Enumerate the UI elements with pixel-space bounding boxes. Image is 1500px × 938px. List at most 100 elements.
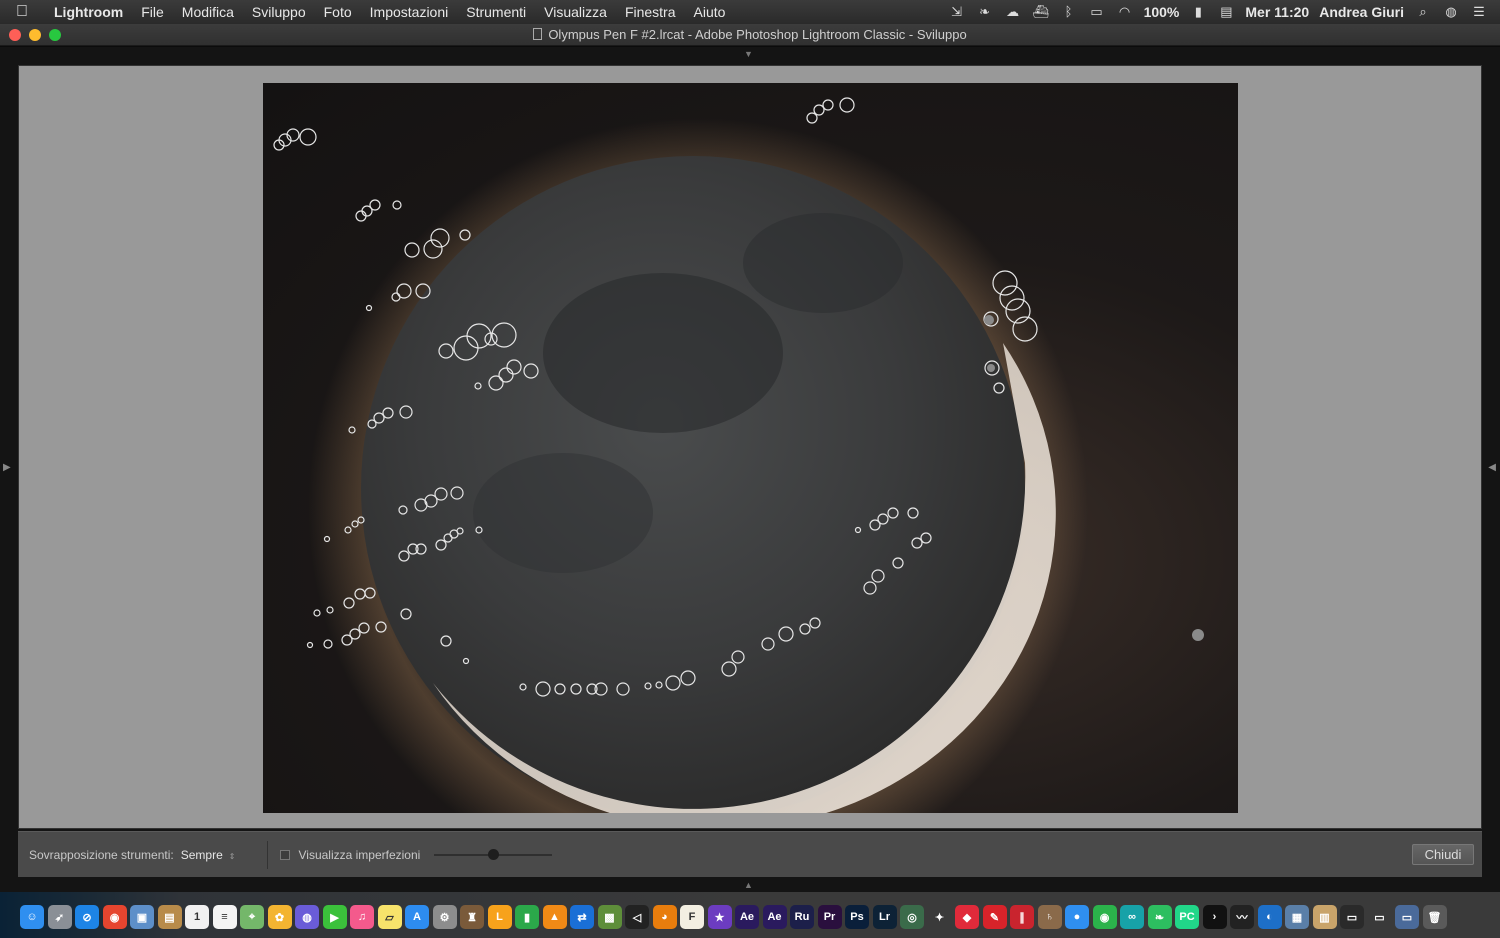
menu-app-name[interactable]: Lightroom <box>44 0 132 24</box>
after-effects-dock-icon[interactable]: Ae <box>735 905 759 929</box>
lightroom-dock-icon[interactable]: Lr <box>872 905 897 929</box>
menu-visualizza[interactable]: Visualizza <box>535 0 616 24</box>
menu-strumenti[interactable]: Strumenti <box>457 0 535 24</box>
saturn-dock-icon[interactable]: ♄ <box>1037 905 1062 929</box>
camo-dock-icon[interactable]: ◉ <box>1092 905 1117 929</box>
image-canvas[interactable] <box>18 65 1482 829</box>
blender-dock-icon[interactable]: ◕ <box>652 905 677 929</box>
maps-dock-icon[interactable]: ⌖ <box>240 905 264 929</box>
document-icon <box>533 28 543 40</box>
evernote-status-icon[interactable]: ❧ <box>976 5 994 19</box>
menu-impostazioni[interactable]: Impostazioni <box>361 0 458 24</box>
window-1-dock-icon[interactable]: ▭ <box>1340 905 1364 929</box>
launchpad-dock-icon[interactable]: ➶ <box>47 905 72 929</box>
window-title: Olympus Pen F #2.lrcat - Adobe Photoshop… <box>0 27 1500 42</box>
bluetooth-icon[interactable]: ᛒ <box>1060 5 1078 19</box>
trash-dock-icon[interactable]: 🗑 <box>1422 905 1447 929</box>
clock[interactable]: Mer 11:20 <box>1245 4 1309 20</box>
rush-dock-icon[interactable]: Ru <box>790 905 814 929</box>
vlc-dock-icon[interactable]: ▲ <box>542 905 567 929</box>
photoshop-dock-icon[interactable]: Ps <box>845 905 869 929</box>
apple-icon[interactable]:  <box>0 3 44 21</box>
close-button[interactable]: Chiudi <box>1412 844 1474 865</box>
calendar-dock-icon[interactable]: 1 <box>185 905 209 929</box>
spotlight-search-icon[interactable]: ⌕ <box>1414 5 1432 19</box>
terminal-dock-icon[interactable]: › <box>1202 905 1227 929</box>
archive-dock-icon[interactable]: ▥ <box>1312 905 1337 929</box>
preview-dock-icon[interactable]: ▣ <box>130 905 154 929</box>
docker-icon[interactable]: ⛴ <box>1032 5 1050 19</box>
screen-capture-dock-icon[interactable]: ◎ <box>900 905 924 929</box>
top-panel-toggle-icon[interactable]: ▼ <box>744 49 753 59</box>
user-name[interactable]: Andrea Giuri <box>1319 4 1404 20</box>
siri-icon[interactable]: ◍ <box>1442 5 1460 19</box>
menu-bar:  Lightroom File Modifica Sviluppo Foto … <box>0 0 1500 24</box>
menu-aiuto[interactable]: Aiuto <box>685 0 735 24</box>
system-preferences-dock-icon[interactable]: ⚙ <box>432 905 457 929</box>
arduino-dock-icon[interactable]: ∞ <box>1120 905 1144 929</box>
airplay-icon[interactable]: ▭ <box>1088 5 1106 19</box>
visualize-spots-threshold-slider[interactable] <box>434 848 553 860</box>
premiere-dock-icon[interactable]: Pr <box>817 905 842 929</box>
after-effects-2-dock-icon[interactable]: Ae <box>762 905 787 929</box>
menu-modifica[interactable]: Modifica <box>173 0 243 24</box>
maria-patch <box>543 273 783 433</box>
finder-dock-icon[interactable]: ☺ <box>20 905 44 929</box>
camo-2-dock-icon[interactable]: ◐ <box>1257 905 1282 929</box>
toolbar-divider <box>267 840 269 869</box>
siri-dock-icon[interactable]: ◍ <box>295 905 319 929</box>
notification-center-icon[interactable]: ☰ <box>1470 5 1488 19</box>
imovie-dock-icon[interactable]: ★ <box>707 905 732 929</box>
messages-dock-icon[interactable]: ● <box>1065 905 1089 929</box>
instruments-dock-icon[interactable]: ♜ <box>460 905 484 929</box>
left-panel-toggle-icon[interactable]: ▶ <box>3 462 11 473</box>
creative-cloud-icon[interactable]: ☁ <box>1004 5 1022 19</box>
menu-foto[interactable]: Foto <box>315 0 361 24</box>
visualize-spots-label[interactable]: Visualizza imperfezioni <box>298 848 420 862</box>
network-dock-icon[interactable]: ▦ <box>1285 905 1309 929</box>
window-3-dock-icon[interactable]: ▭ <box>1395 905 1419 929</box>
visualize-spots-checkbox[interactable] <box>280 849 291 860</box>
stickies-dock-icon[interactable]: ▱ <box>377 905 402 929</box>
battery-icon[interactable]: ▮ <box>1189 5 1207 19</box>
right-panel-toggle-icon[interactable]: ◀ <box>1488 462 1496 473</box>
facetime-dock-icon[interactable]: ▶ <box>322 905 347 929</box>
teamviewer-dock-icon[interactable]: ⇄ <box>570 905 594 929</box>
fontlab-dock-icon[interactable]: ✎ <box>982 905 1007 929</box>
tool-overlay-select[interactable]: Sempre ⇕ <box>181 848 236 862</box>
telescope-dock-icon[interactable]: ✦ <box>927 905 952 929</box>
safari-dock-icon[interactable]: ⊘ <box>75 905 99 929</box>
photo-moon[interactable] <box>263 83 1238 813</box>
itunes-dock-icon[interactable]: ♫ <box>350 905 374 929</box>
unity-dock-icon[interactable]: ◁ <box>625 905 649 929</box>
evernote-dock-icon[interactable]: ❧ <box>1147 905 1172 929</box>
parallels-dock-icon[interactable]: ∥ <box>1010 905 1034 929</box>
photos-dock-icon[interactable]: ✿ <box>267 905 292 929</box>
live-dock-icon[interactable]: L <box>487 905 512 929</box>
pycharm-dock-icon[interactable]: PC <box>1175 905 1199 929</box>
dock-icon-row: ☺ ➶ ⊘ ◉ ▣ ▤ 1 ≡ ⌖ ✿ ◍ ▶ ♫ ▱ A ⚙ ♜ L ▮ ▲ ⇄ ▩ ◁ ◕ F ★ Ae Ae Ru Pr Ps Lr ◎ ✦… <box>20 905 1447 929</box>
chrome-dock-icon[interactable]: ◉ <box>102 905 127 929</box>
maria-patch <box>473 453 653 573</box>
notes-book-dock-icon[interactable]: ▤ <box>157 905 182 929</box>
menu-file[interactable]: File <box>132 0 173 24</box>
maria-patch <box>743 213 903 313</box>
flag-us-icon[interactable]: ▤ <box>1217 5 1235 19</box>
numbers-dock-icon[interactable]: ▮ <box>515 905 539 929</box>
textedit-dock-icon[interactable]: ≡ <box>212 905 237 929</box>
battery-percent[interactable]: 100% <box>1144 4 1180 20</box>
window-title-text: Olympus Pen F #2.lrcat - Adobe Photoshop… <box>548 27 967 42</box>
slider-thumb[interactable] <box>487 848 499 860</box>
activity-monitor-dock-icon[interactable]: 〰 <box>1230 905 1254 929</box>
app-store-dock-icon[interactable]: A <box>405 905 429 929</box>
bottom-panel-toggle-icon[interactable]: ▲ <box>744 880 753 890</box>
menu-finestra[interactable]: Finestra <box>616 0 685 24</box>
share-icon[interactable]: ⇲ <box>948 5 966 19</box>
wifi-icon[interactable]: ◠ <box>1116 5 1134 19</box>
window-2-dock-icon[interactable]: ▭ <box>1367 905 1392 929</box>
sketch-dock-icon[interactable]: ◆ <box>955 905 979 929</box>
tool-overlay-label: Sovrapposizione strumenti: <box>29 847 174 862</box>
menu-sviluppo[interactable]: Sviluppo <box>243 0 315 24</box>
fontforge-dock-icon[interactable]: F <box>680 905 704 929</box>
minecraft-dock-icon[interactable]: ▩ <box>597 905 622 929</box>
